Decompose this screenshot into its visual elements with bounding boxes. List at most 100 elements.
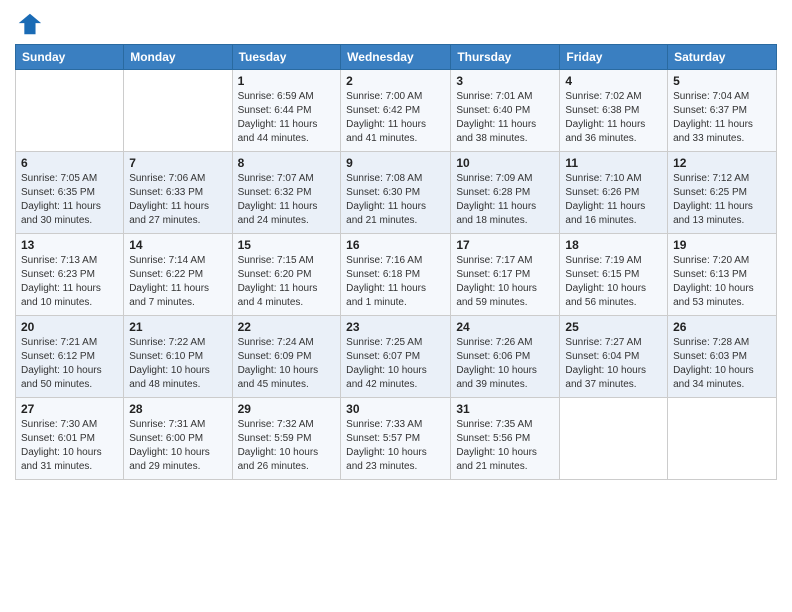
calendar-cell: [560, 398, 668, 480]
day-detail: Sunrise: 7:08 AM Sunset: 6:30 PM Dayligh…: [346, 172, 445, 228]
calendar-cell: 28Sunrise: 7:31 AM Sunset: 6:00 PM Dayli…: [124, 398, 232, 480]
day-number: 12: [673, 156, 771, 170]
day-number: 15: [238, 238, 336, 252]
day-number: 9: [346, 156, 445, 170]
calendar-cell: 12 Sunrise: 7:12 AM Sunset: 6:25 PM Dayli…: [668, 152, 777, 234]
day-detail: Sunrise: 7:05 AM Sunset: 6:35 PM Dayligh…: [21, 172, 118, 228]
day-number: 22: [238, 320, 336, 334]
day-detail: Sunrise: 7:04 AM Sunset: 6:37 PM Dayligh…: [673, 90, 771, 146]
calendar-week-row: 13 Sunrise: 7:13 AM Sunset: 6:23 PM Dayli…: [16, 234, 777, 316]
day-number: 30: [346, 402, 445, 416]
day-number: 4: [565, 74, 662, 88]
calendar-cell: [16, 70, 124, 152]
day-number: 7: [129, 156, 226, 170]
day-number: 11: [565, 156, 662, 170]
day-detail: Sunrise: 7:22 AM Sunset: 6:10 PM Dayligh…: [129, 336, 226, 392]
calendar-table: SundayMondayTuesdayWednesdayThursdayFrid…: [15, 44, 777, 480]
calendar-cell: 31 Sunrise: 7:35 AM Sunset: 5:56 PM Dayli…: [451, 398, 560, 480]
day-number: 23: [346, 320, 445, 334]
day-detail: Sunrise: 7:09 AM Sunset: 6:28 PM Dayligh…: [456, 172, 554, 228]
calendar-cell: 24 Sunrise: 7:26 AM Sunset: 6:06 PM Dayli…: [451, 316, 560, 398]
calendar-cell: 7 Sunrise: 7:06 AM Sunset: 6:33 PM Daylig…: [124, 152, 232, 234]
calendar-cell: 30 Sunrise: 7:33 AM Sunset: 5:57 PM Dayli…: [341, 398, 451, 480]
calendar-week-row: 6 Sunrise: 7:05 AM Sunset: 6:35 PM Daylig…: [16, 152, 777, 234]
logo: [15, 10, 47, 38]
day-number: 29: [238, 402, 336, 416]
day-number: 31: [456, 402, 554, 416]
day-number: 8: [238, 156, 336, 170]
day-detail: Sunrise: 7:17 AM Sunset: 6:17 PM Dayligh…: [456, 254, 554, 310]
calendar-cell: 26 Sunrise: 7:28 AM Sunset: 6:03 PM Dayli…: [668, 316, 777, 398]
day-of-week-header: Friday: [560, 45, 668, 70]
day-of-week-header: Saturday: [668, 45, 777, 70]
calendar-cell: 22 Sunrise: 7:24 AM Sunset: 6:09 PM Dayli…: [232, 316, 341, 398]
logo-icon: [15, 10, 43, 38]
day-detail: Sunrise: 7:35 AM Sunset: 5:56 PM Dayligh…: [456, 418, 554, 474]
calendar-week-row: 20Sunrise: 7:21 AM Sunset: 6:12 PM Dayli…: [16, 316, 777, 398]
calendar-cell: 14Sunrise: 7:14 AM Sunset: 6:22 PM Dayli…: [124, 234, 232, 316]
day-number: 14: [129, 238, 226, 252]
calendar-cell: 18 Sunrise: 7:19 AM Sunset: 6:15 PM Dayli…: [560, 234, 668, 316]
day-number: 10: [456, 156, 554, 170]
calendar-cell: 15Sunrise: 7:15 AM Sunset: 6:20 PM Dayli…: [232, 234, 341, 316]
calendar-cell: 29 Sunrise: 7:32 AM Sunset: 5:59 PM Dayli…: [232, 398, 341, 480]
day-number: 24: [456, 320, 554, 334]
day-detail: Sunrise: 7:02 AM Sunset: 6:38 PM Dayligh…: [565, 90, 662, 146]
calendar-week-row: 27Sunrise: 7:30 AM Sunset: 6:01 PM Dayli…: [16, 398, 777, 480]
day-detail: Sunrise: 7:13 AM Sunset: 6:23 PM Dayligh…: [21, 254, 118, 310]
day-number: 21: [129, 320, 226, 334]
day-number: 2: [346, 74, 445, 88]
day-number: 19: [673, 238, 771, 252]
day-number: 18: [565, 238, 662, 252]
day-number: 17: [456, 238, 554, 252]
calendar-cell: 6 Sunrise: 7:05 AM Sunset: 6:35 PM Daylig…: [16, 152, 124, 234]
day-number: 1: [238, 74, 336, 88]
day-detail: Sunrise: 7:31 AM Sunset: 6:00 PM Dayligh…: [129, 418, 226, 474]
day-detail: Sunrise: 7:00 AM Sunset: 6:42 PM Dayligh…: [346, 90, 445, 146]
calendar-cell: 21 Sunrise: 7:22 AM Sunset: 6:10 PM Dayli…: [124, 316, 232, 398]
day-number: 25: [565, 320, 662, 334]
page: SundayMondayTuesdayWednesdayThursdayFrid…: [0, 0, 792, 612]
calendar-cell: 4 Sunrise: 7:02 AM Sunset: 6:38 PM Daylig…: [560, 70, 668, 152]
day-number: 16: [346, 238, 445, 252]
day-detail: Sunrise: 7:28 AM Sunset: 6:03 PM Dayligh…: [673, 336, 771, 392]
header: [15, 10, 777, 38]
calendar-cell: [124, 70, 232, 152]
calendar-cell: 8 Sunrise: 7:07 AM Sunset: 6:32 PM Daylig…: [232, 152, 341, 234]
day-detail: Sunrise: 7:12 AM Sunset: 6:25 PM Dayligh…: [673, 172, 771, 228]
day-number: 13: [21, 238, 118, 252]
day-detail: Sunrise: 7:01 AM Sunset: 6:40 PM Dayligh…: [456, 90, 554, 146]
day-detail: Sunrise: 7:33 AM Sunset: 5:57 PM Dayligh…: [346, 418, 445, 474]
calendar-cell: 2 Sunrise: 7:00 AM Sunset: 6:42 PM Daylig…: [341, 70, 451, 152]
day-number: 6: [21, 156, 118, 170]
day-of-week-header: Tuesday: [232, 45, 341, 70]
calendar-cell: 1 Sunrise: 6:59 AM Sunset: 6:44 PM Daylig…: [232, 70, 341, 152]
calendar-cell: 27Sunrise: 7:30 AM Sunset: 6:01 PM Dayli…: [16, 398, 124, 480]
day-number: 3: [456, 74, 554, 88]
day-number: 5: [673, 74, 771, 88]
calendar-cell: 10 Sunrise: 7:09 AM Sunset: 6:28 PM Dayli…: [451, 152, 560, 234]
day-detail: Sunrise: 7:25 AM Sunset: 6:07 PM Dayligh…: [346, 336, 445, 392]
calendar-cell: 25 Sunrise: 7:27 AM Sunset: 6:04 PM Dayli…: [560, 316, 668, 398]
day-of-week-header: Wednesday: [341, 45, 451, 70]
day-detail: Sunrise: 7:20 AM Sunset: 6:13 PM Dayligh…: [673, 254, 771, 310]
day-detail: Sunrise: 7:21 AM Sunset: 6:12 PM Dayligh…: [21, 336, 118, 392]
calendar-cell: 5 Sunrise: 7:04 AM Sunset: 6:37 PM Daylig…: [668, 70, 777, 152]
day-detail: Sunrise: 6:59 AM Sunset: 6:44 PM Dayligh…: [238, 90, 336, 146]
day-detail: Sunrise: 7:19 AM Sunset: 6:15 PM Dayligh…: [565, 254, 662, 310]
calendar-cell: 20Sunrise: 7:21 AM Sunset: 6:12 PM Dayli…: [16, 316, 124, 398]
day-detail: Sunrise: 7:06 AM Sunset: 6:33 PM Dayligh…: [129, 172, 226, 228]
day-detail: Sunrise: 7:10 AM Sunset: 6:26 PM Dayligh…: [565, 172, 662, 228]
day-detail: Sunrise: 7:32 AM Sunset: 5:59 PM Dayligh…: [238, 418, 336, 474]
day-of-week-header: Monday: [124, 45, 232, 70]
calendar-cell: 17 Sunrise: 7:17 AM Sunset: 6:17 PM Dayli…: [451, 234, 560, 316]
day-detail: Sunrise: 7:27 AM Sunset: 6:04 PM Dayligh…: [565, 336, 662, 392]
day-number: 27: [21, 402, 118, 416]
calendar-cell: [668, 398, 777, 480]
calendar-week-row: 1 Sunrise: 6:59 AM Sunset: 6:44 PM Daylig…: [16, 70, 777, 152]
day-detail: Sunrise: 7:07 AM Sunset: 6:32 PM Dayligh…: [238, 172, 336, 228]
day-detail: Sunrise: 7:26 AM Sunset: 6:06 PM Dayligh…: [456, 336, 554, 392]
day-number: 26: [673, 320, 771, 334]
day-of-week-header: Thursday: [451, 45, 560, 70]
day-detail: Sunrise: 7:24 AM Sunset: 6:09 PM Dayligh…: [238, 336, 336, 392]
